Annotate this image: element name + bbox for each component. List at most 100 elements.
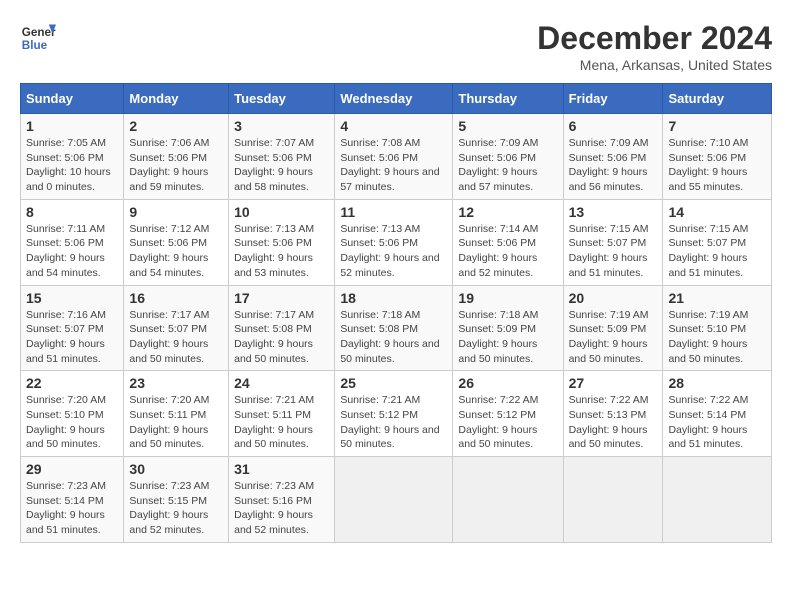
calendar-day-cell: 27 Sunrise: 7:22 AMSunset: 5:13 PMDayligh… — [563, 371, 663, 457]
calendar-week-row: 15Sunrise: 7:16 AMSunset: 5:07 PMDayligh… — [21, 285, 772, 371]
calendar-day-cell — [453, 457, 563, 543]
calendar-week-row: 29 Sunrise: 7:23 AMSunset: 5:14 PMDayligh… — [21, 457, 772, 543]
day-number: 31 — [234, 461, 329, 477]
calendar-day-cell: 13 Sunrise: 7:15 AMSunset: 5:07 PMDayligh… — [563, 199, 663, 285]
page-title: December 2024 — [537, 20, 772, 57]
calendar-day-cell: 7 Sunrise: 7:10 AMSunset: 5:06 PMDaylight… — [663, 114, 772, 200]
day-number: 25 — [340, 375, 447, 391]
day-info: Sunrise: 7:18 AMSunset: 5:08 PMDaylight:… — [340, 308, 447, 367]
day-info: Sunrise: 7:17 AMSunset: 5:08 PMDaylight:… — [234, 308, 329, 367]
calendar-day-cell: 5Sunrise: 7:09 AMSunset: 5:06 PMDaylight… — [453, 114, 563, 200]
calendar-day-cell: 25 Sunrise: 7:21 AMSunset: 5:12 PMDayligh… — [335, 371, 453, 457]
day-info: Sunrise: 7:21 AMSunset: 5:12 PMDaylight:… — [340, 393, 447, 452]
day-number: 2 — [129, 118, 223, 134]
day-number: 14 — [668, 204, 766, 220]
day-info: Sunrise: 7:09 AMSunset: 5:06 PMDaylight:… — [569, 136, 658, 195]
day-number: 9 — [129, 204, 223, 220]
day-info: Sunrise: 7:11 AMSunset: 5:06 PMDaylight:… — [26, 222, 118, 281]
page-subtitle: Mena, Arkansas, United States — [537, 57, 772, 73]
day-number: 19 — [458, 290, 557, 306]
day-number: 29 — [26, 461, 118, 477]
day-number: 4 — [340, 118, 447, 134]
svg-text:Blue: Blue — [22, 39, 48, 52]
calendar-day-cell: 28 Sunrise: 7:22 AMSunset: 5:14 PMDayligh… — [663, 371, 772, 457]
logo: General Blue — [20, 20, 56, 56]
calendar-day-cell: 3Sunrise: 7:07 AMSunset: 5:06 PMDaylight… — [229, 114, 335, 200]
calendar-day-cell: 2 Sunrise: 7:06 AMSunset: 5:06 PMDaylight… — [124, 114, 229, 200]
day-info: Sunrise: 7:14 AMSunset: 5:06 PMDaylight:… — [458, 222, 557, 281]
day-number: 3 — [234, 118, 329, 134]
day-number: 6 — [569, 118, 658, 134]
calendar-day-cell: 12 Sunrise: 7:14 AMSunset: 5:06 PMDayligh… — [453, 199, 563, 285]
day-number: 1 — [26, 118, 118, 134]
day-info: Sunrise: 7:10 AMSunset: 5:06 PMDaylight:… — [668, 136, 766, 195]
day-info: Sunrise: 7:13 AMSunset: 5:06 PMDaylight:… — [340, 222, 447, 281]
day-info: Sunrise: 7:18 AMSunset: 5:09 PMDaylight:… — [458, 308, 557, 367]
day-number: 7 — [668, 118, 766, 134]
day-number: 20 — [569, 290, 658, 306]
calendar-day-cell: 17 Sunrise: 7:17 AMSunset: 5:08 PMDayligh… — [229, 285, 335, 371]
day-of-week-header: Tuesday — [229, 84, 335, 114]
day-info: Sunrise: 7:20 AMSunset: 5:11 PMDaylight:… — [129, 393, 223, 452]
calendar-day-cell: 15Sunrise: 7:16 AMSunset: 5:07 PMDayligh… — [21, 285, 124, 371]
calendar-day-cell — [335, 457, 453, 543]
calendar-day-cell: 10Sunrise: 7:13 AMSunset: 5:06 PMDayligh… — [229, 199, 335, 285]
day-number: 21 — [668, 290, 766, 306]
day-info: Sunrise: 7:17 AMSunset: 5:07 PMDaylight:… — [129, 308, 223, 367]
calendar-day-cell: 21Sunrise: 7:19 AMSunset: 5:10 PMDayligh… — [663, 285, 772, 371]
calendar-day-cell — [663, 457, 772, 543]
day-number: 27 — [569, 375, 658, 391]
calendar-day-cell: 22 Sunrise: 7:20 AMSunset: 5:10 PMDayligh… — [21, 371, 124, 457]
calendar-day-cell: 20 Sunrise: 7:19 AMSunset: 5:09 PMDayligh… — [563, 285, 663, 371]
calendar-day-cell: 23Sunrise: 7:20 AMSunset: 5:11 PMDayligh… — [124, 371, 229, 457]
day-info: Sunrise: 7:21 AMSunset: 5:11 PMDaylight:… — [234, 393, 329, 452]
calendar-day-cell: 19 Sunrise: 7:18 AMSunset: 5:09 PMDayligh… — [453, 285, 563, 371]
day-info: Sunrise: 7:23 AMSunset: 5:16 PMDaylight:… — [234, 479, 329, 538]
day-of-week-header: Monday — [124, 84, 229, 114]
calendar-day-cell — [563, 457, 663, 543]
day-info: Sunrise: 7:15 AMSunset: 5:07 PMDaylight:… — [668, 222, 766, 281]
calendar-day-cell: 31 Sunrise: 7:23 AMSunset: 5:16 PMDayligh… — [229, 457, 335, 543]
calendar-week-row: 8 Sunrise: 7:11 AMSunset: 5:06 PMDaylight… — [21, 199, 772, 285]
day-number: 22 — [26, 375, 118, 391]
day-of-week-header: Saturday — [663, 84, 772, 114]
day-info: Sunrise: 7:19 AMSunset: 5:09 PMDaylight:… — [569, 308, 658, 367]
day-of-week-header: Friday — [563, 84, 663, 114]
day-number: 8 — [26, 204, 118, 220]
day-number: 24 — [234, 375, 329, 391]
day-info: Sunrise: 7:20 AMSunset: 5:10 PMDaylight:… — [26, 393, 118, 452]
day-info: Sunrise: 7:06 AMSunset: 5:06 PMDaylight:… — [129, 136, 223, 195]
calendar-day-cell: 8 Sunrise: 7:11 AMSunset: 5:06 PMDaylight… — [21, 199, 124, 285]
calendar-header-row: SundayMondayTuesdayWednesdayThursdayFrid… — [21, 84, 772, 114]
calendar-day-cell: 9 Sunrise: 7:12 AMSunset: 5:06 PMDaylight… — [124, 199, 229, 285]
day-info: Sunrise: 7:05 AMSunset: 5:06 PMDaylight:… — [26, 136, 118, 195]
day-info: Sunrise: 7:09 AMSunset: 5:06 PMDaylight:… — [458, 136, 557, 195]
day-number: 13 — [569, 204, 658, 220]
calendar-day-cell: 18 Sunrise: 7:18 AMSunset: 5:08 PMDayligh… — [335, 285, 453, 371]
day-number: 18 — [340, 290, 447, 306]
calendar-day-cell: 4Sunrise: 7:08 AMSunset: 5:06 PMDaylight… — [335, 114, 453, 200]
day-info: Sunrise: 7:22 AMSunset: 5:13 PMDaylight:… — [569, 393, 658, 452]
day-info: Sunrise: 7:23 AMSunset: 5:15 PMDaylight:… — [129, 479, 223, 538]
day-number: 30 — [129, 461, 223, 477]
day-of-week-header: Sunday — [21, 84, 124, 114]
day-of-week-header: Thursday — [453, 84, 563, 114]
day-info: Sunrise: 7:12 AMSunset: 5:06 PMDaylight:… — [129, 222, 223, 281]
day-number: 28 — [668, 375, 766, 391]
day-number: 12 — [458, 204, 557, 220]
title-area: December 2024 Mena, Arkansas, United Sta… — [537, 20, 772, 73]
day-of-week-header: Wednesday — [335, 84, 453, 114]
calendar-week-row: 1 Sunrise: 7:05 AMSunset: 5:06 PMDaylight… — [21, 114, 772, 200]
day-info: Sunrise: 7:15 AMSunset: 5:07 PMDaylight:… — [569, 222, 658, 281]
day-info: Sunrise: 7:23 AMSunset: 5:14 PMDaylight:… — [26, 479, 118, 538]
day-info: Sunrise: 7:16 AMSunset: 5:07 PMDaylight:… — [26, 308, 118, 367]
calendar-day-cell: 1 Sunrise: 7:05 AMSunset: 5:06 PMDaylight… — [21, 114, 124, 200]
day-number: 11 — [340, 204, 447, 220]
calendar-day-cell: 30 Sunrise: 7:23 AMSunset: 5:15 PMDayligh… — [124, 457, 229, 543]
day-info: Sunrise: 7:22 AMSunset: 5:14 PMDaylight:… — [668, 393, 766, 452]
day-number: 17 — [234, 290, 329, 306]
calendar-day-cell: 14 Sunrise: 7:15 AMSunset: 5:07 PMDayligh… — [663, 199, 772, 285]
header: General Blue December 2024 Mena, Arkansa… — [20, 20, 772, 73]
day-info: Sunrise: 7:22 AMSunset: 5:12 PMDaylight:… — [458, 393, 557, 452]
calendar-day-cell: 16Sunrise: 7:17 AMSunset: 5:07 PMDayligh… — [124, 285, 229, 371]
